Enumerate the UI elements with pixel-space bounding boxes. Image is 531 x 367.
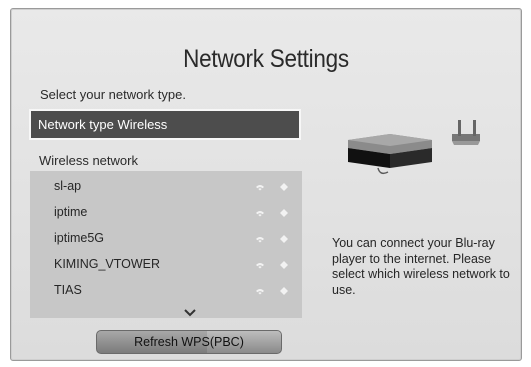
lock-icon bbox=[280, 261, 288, 269]
wireless-network-list[interactable]: sl-ap iptime iptime5G KIMING_VTOWER TIAS bbox=[30, 171, 302, 318]
network-item[interactable]: iptime5G bbox=[30, 227, 302, 253]
router-icon bbox=[452, 120, 480, 145]
chevron-down-icon[interactable] bbox=[184, 309, 196, 317]
network-name: iptime bbox=[54, 205, 88, 219]
network-name: KIMING_VTOWER bbox=[54, 257, 161, 271]
wifi-signal-icon bbox=[256, 237, 264, 243]
network-item[interactable]: KIMING_VTOWER bbox=[30, 253, 302, 279]
network-item[interactable]: iptime bbox=[30, 201, 302, 227]
network-item[interactable]: sl-ap bbox=[30, 175, 302, 201]
refresh-wps-button[interactable]: Refresh WPS(PBC) bbox=[96, 330, 282, 354]
blu-ray-player-icon bbox=[348, 134, 432, 175]
wifi-signal-icon bbox=[256, 185, 264, 191]
lock-icon bbox=[280, 183, 288, 191]
network-name: TIAS bbox=[54, 283, 82, 297]
network-name: sl-ap bbox=[54, 179, 82, 193]
network-name: iptime5G bbox=[54, 231, 105, 245]
network-illustration bbox=[348, 120, 480, 175]
subtitle: Select your network type. bbox=[40, 87, 186, 102]
wifi-signal-icon bbox=[256, 263, 264, 269]
wifi-signal-icon bbox=[256, 211, 264, 217]
network-type-selector[interactable]: Network type Wireless bbox=[29, 109, 301, 140]
refresh-wps-label: Refresh WPS(PBC) bbox=[134, 335, 244, 349]
lock-icon bbox=[280, 287, 288, 295]
wifi-signal-icon bbox=[256, 289, 264, 295]
lock-icon bbox=[280, 209, 288, 217]
wireless-network-label: Wireless network bbox=[39, 153, 138, 168]
network-item[interactable]: TIAS bbox=[30, 279, 302, 305]
page-title: Network Settings bbox=[183, 45, 349, 73]
lock-icon bbox=[280, 235, 288, 243]
help-text: You can connect your Blu-ray player to t… bbox=[332, 236, 510, 297]
